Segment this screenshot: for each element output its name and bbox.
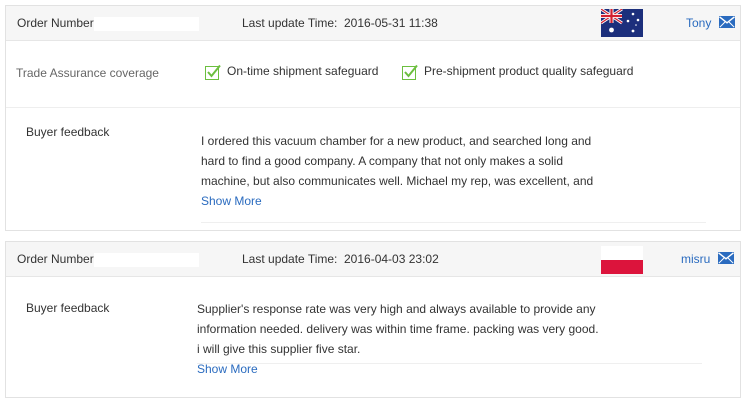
trade-assurance-item-label: On-time shipment safeguard — [227, 64, 379, 79]
mail-icon[interactable] — [718, 16, 735, 31]
checkbox-check-icon — [205, 64, 221, 80]
trade-assurance-item: On-time shipment safeguard — [205, 64, 378, 80]
divider — [201, 222, 706, 223]
last-update-label: Last update Time: — [242, 16, 338, 30]
mail-icon[interactable] — [717, 252, 734, 267]
buyer-name-link[interactable]: misru — [681, 252, 710, 266]
review-header: Order Number: Last update Time: 2016-05-… — [6, 6, 740, 41]
trade-assurance-row: Trade Assurance coverage On-time shipmen… — [6, 41, 740, 108]
last-update-label: Last update Time: — [242, 252, 338, 266]
last-update-time: 2016-05-31 11:38 — [344, 16, 438, 30]
trade-assurance-item: Pre-shipment product quality safeguard — [402, 64, 633, 80]
review-card: Order Number: Last update Time: 2016-04-… — [5, 241, 741, 398]
buyer-feedback-label: Buyer feedback — [26, 301, 110, 315]
order-number-value — [94, 252, 199, 267]
show-more-link[interactable]: Show More — [197, 362, 258, 376]
review-card: Order Number: Last update Time: 2016-05-… — [5, 5, 741, 231]
buyer-contact[interactable]: misru — [681, 252, 734, 267]
buyer-contact[interactable]: Tony — [686, 16, 735, 31]
order-number-label: Order Number: — [17, 16, 98, 30]
poland-flag — [601, 246, 643, 274]
buyer-feedback-text: Supplier's response rate was very high a… — [197, 299, 602, 379]
trade-assurance-item-label: Pre-shipment product quality safeguard — [424, 64, 634, 79]
order-number-value — [94, 16, 199, 31]
feedback-body: Supplier's response rate was very high a… — [197, 302, 599, 356]
feedback-body: I ordered this vacuum chamber for a new … — [201, 134, 594, 188]
order-number-label: Order Number: — [17, 252, 98, 266]
checkbox-check-icon — [402, 64, 418, 80]
buyer-feedback-text: I ordered this vacuum chamber for a new … — [201, 131, 606, 211]
show-more-link[interactable]: Show More — [201, 194, 262, 208]
last-update-time: 2016-04-03 23:02 — [344, 252, 439, 266]
buyer-name-link[interactable]: Tony — [686, 16, 711, 30]
review-header: Order Number: Last update Time: 2016-04-… — [6, 242, 740, 277]
buyer-feedback-label: Buyer feedback — [26, 125, 110, 139]
australia-flag — [601, 9, 643, 37]
trade-assurance-label: Trade Assurance coverage — [16, 66, 159, 80]
divider — [197, 363, 702, 364]
